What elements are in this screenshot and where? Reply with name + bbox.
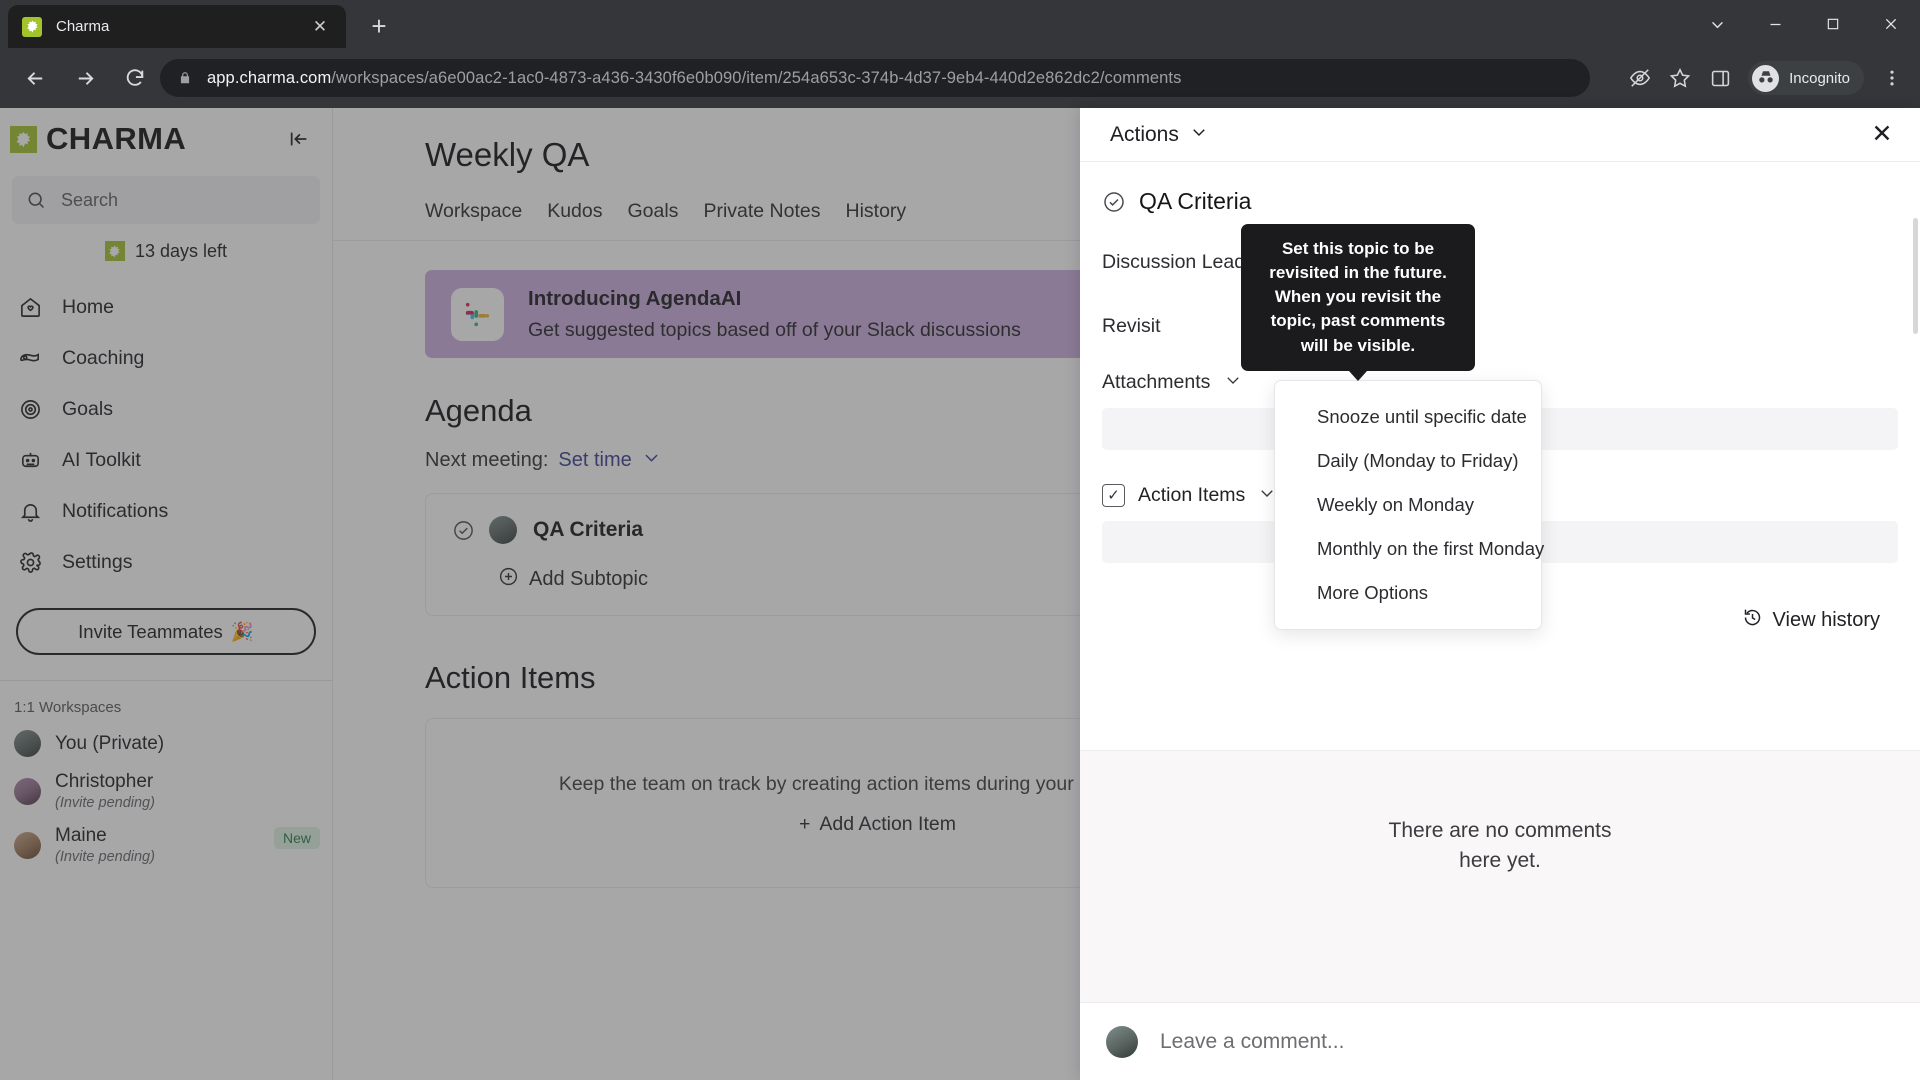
history-icon (1742, 607, 1763, 634)
revisit-row: Revisit Set schedule (1080, 309, 1920, 343)
check-circle-icon[interactable] (1102, 190, 1126, 214)
charma-star-icon (22, 16, 42, 37)
url-host: app.charma.com (207, 68, 332, 87)
menu-item-daily[interactable]: Daily (Monday to Friday) (1275, 439, 1541, 483)
new-tab-button[interactable]: + (362, 9, 396, 43)
arrow-right-icon[interactable] (64, 57, 106, 99)
attachments-label: Attachments (1102, 371, 1211, 393)
reload-icon[interactable] (114, 57, 156, 99)
menu-item-monthly-first-monday[interactable]: Monthly on the first Monday (1275, 527, 1544, 571)
eye-slash-icon[interactable] (1620, 58, 1660, 98)
app-body: CHARMA Search 13 days left Home Coaching… (0, 108, 1920, 1080)
no-comments-line-2: here yet. (1459, 848, 1541, 872)
maximize-icon[interactable] (1804, 0, 1862, 48)
discussion-leader-row: Discussion Leader (1080, 245, 1920, 279)
menu-item-more-options[interactable]: More Options (1275, 571, 1541, 615)
panel-scrollbar[interactable] (1913, 218, 1918, 334)
tab-strip: Charma ✕ + (0, 0, 1920, 48)
omnibox[interactable]: app.charma.com/workspaces/a6e00ac2-1ac0-… (160, 59, 1590, 97)
omnibox-right-controls: Incognito (1620, 48, 1920, 108)
panel-topic-name: QA Criteria (1139, 188, 1252, 214)
comment-composer[interactable]: Leave a comment... (1080, 1002, 1920, 1080)
panel-action-items-label: Action Items (1138, 484, 1246, 506)
close-window-icon[interactable] (1862, 0, 1920, 48)
close-icon[interactable]: ✕ (1866, 119, 1898, 151)
tab-search-icon[interactable] (1688, 0, 1746, 48)
chevron-down-icon (1224, 371, 1242, 394)
topic-detail-panel: Actions ✕ QA Criteria Discussion Leader (1080, 108, 1920, 1080)
avatar (1106, 1025, 1138, 1058)
chevron-down-icon (1190, 123, 1208, 147)
kebab-menu-icon[interactable] (1872, 58, 1912, 98)
comment-input[interactable]: Leave a comment... (1160, 1030, 1894, 1054)
revisit-tooltip: Set this topic to be revisited in the fu… (1241, 224, 1475, 381)
window-controls (1688, 0, 1920, 48)
panel-topic-row: QA Criteria (1080, 162, 1920, 215)
menu-item-weekly-on-monday[interactable]: Weekly on Monday (1275, 483, 1541, 527)
star-icon[interactable] (1660, 58, 1700, 98)
no-comments-line-1: There are no comments (1388, 819, 1612, 843)
url-bar-row: app.charma.com/workspaces/a6e00ac2-1ac0-… (0, 48, 1920, 108)
checkbox-checked-icon: ✓ (1102, 484, 1125, 507)
profile-label: Incognito (1789, 69, 1850, 87)
actions-menu-button[interactable]: Actions (1102, 123, 1216, 147)
panel-body: QA Criteria Discussion Leader Revisit Se… (1080, 162, 1920, 1080)
browser-tab[interactable]: Charma ✕ (8, 5, 346, 48)
arrow-left-icon[interactable] (14, 57, 56, 99)
incognito-avatar-icon (1752, 64, 1780, 92)
modal-overlay[interactable] (0, 108, 1080, 1080)
profile-chip[interactable]: Incognito (1748, 61, 1864, 95)
lock-icon (176, 71, 194, 85)
side-panel-icon[interactable] (1700, 58, 1740, 98)
view-history-label: View history (1772, 609, 1880, 631)
screen-root: Charma ✕ + app.charma.com/workspaces/a6e… (0, 0, 1920, 1080)
actions-label: Actions (1110, 122, 1179, 146)
menu-item-snooze-until-specific-date[interactable]: Snooze until specific date (1275, 395, 1541, 439)
no-comments-message: There are no comments here yet. (1080, 751, 1920, 1002)
url-text: app.charma.com/workspaces/a6e00ac2-1ac0-… (207, 69, 1181, 88)
tab-title: Charma (56, 18, 110, 35)
url-path: /workspaces/a6e00ac2-1ac0-4873-a436-3430… (331, 68, 1182, 87)
schedule-dropdown-menu: Snooze until specific date Daily (Monday… (1274, 380, 1544, 630)
browser-chrome: Charma ✕ + app.charma.com/workspaces/a6e… (0, 0, 1920, 108)
close-icon[interactable]: ✕ (308, 15, 332, 39)
panel-header: Actions ✕ (1080, 108, 1920, 162)
minimize-icon[interactable] (1746, 0, 1804, 48)
comments-section: There are no comments here yet. Leave a … (1080, 750, 1920, 1080)
